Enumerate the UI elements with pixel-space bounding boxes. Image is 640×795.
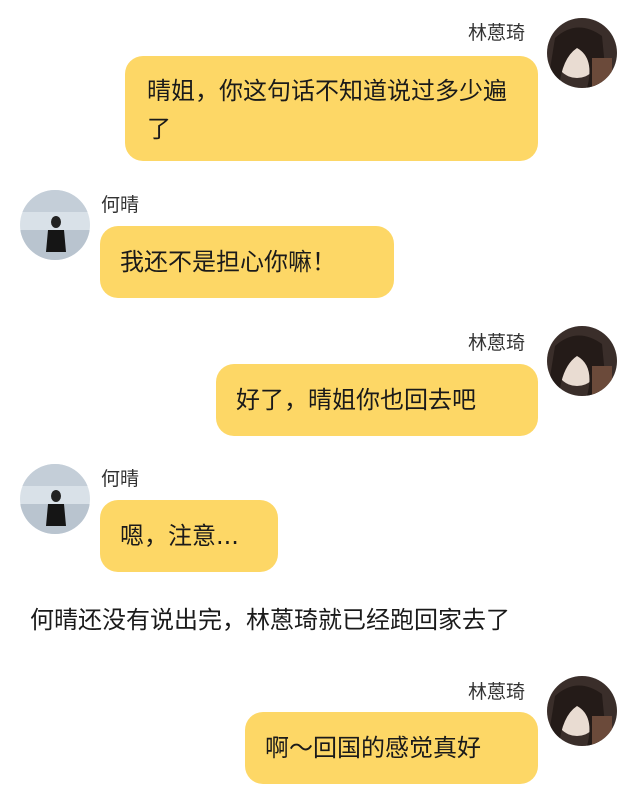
avatar-icon[interactable] — [547, 18, 617, 88]
avatar-icon[interactable] — [20, 464, 90, 534]
avatar-icon[interactable] — [547, 326, 617, 396]
message-bubble[interactable]: 晴姐，你这句话不知道说过多少遍了 — [125, 56, 538, 161]
message-bubble[interactable]: 好了，晴姐你也回去吧 — [216, 364, 538, 436]
avatar-icon[interactable] — [547, 676, 617, 746]
narration-text: 何晴还没有说出完，林蒽琦就已经跑回家去了 — [30, 606, 510, 634]
message-bubble[interactable]: 我还不是担心你嘛！ — [100, 226, 394, 298]
message-bubble[interactable]: 嗯，注意... — [100, 500, 278, 572]
sender-name: 林蒽琦 — [468, 22, 526, 44]
sender-name: 何晴 — [101, 194, 140, 216]
sender-name: 林蒽琦 — [468, 681, 526, 703]
sender-name: 何晴 — [101, 468, 140, 490]
avatar-icon[interactable] — [20, 190, 90, 260]
sender-name: 林蒽琦 — [468, 332, 526, 354]
message-bubble[interactable]: 啊～回国的感觉真好 — [245, 712, 538, 784]
